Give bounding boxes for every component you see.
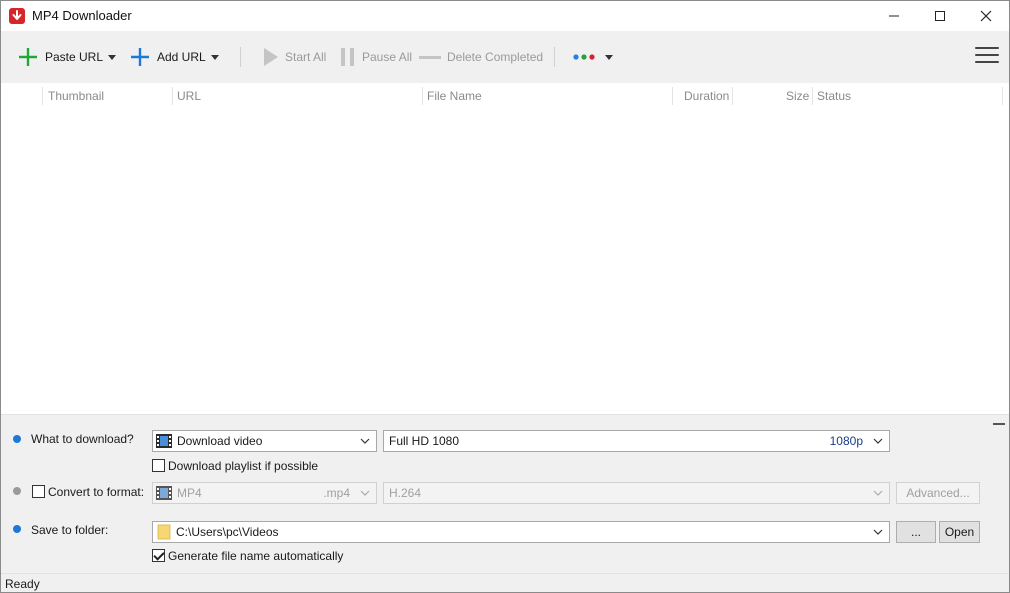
- quality-select[interactable]: Full HD 1080 1080p: [383, 430, 890, 452]
- status-dot: [13, 487, 21, 495]
- paste-url-dropdown-arrow[interactable]: [108, 55, 116, 60]
- format-extension: .mp4: [323, 486, 350, 500]
- plus-icon: [19, 48, 37, 66]
- collapse-panel-button[interactable]: [993, 423, 1005, 425]
- quality-tag: 1080p: [829, 434, 863, 448]
- status-text: Ready: [5, 577, 40, 591]
- minimize-button[interactable]: [871, 1, 917, 31]
- download-type-value: Download video: [177, 434, 263, 448]
- title-bar: MP4 Downloader: [1, 1, 1009, 31]
- plus-icon: [131, 48, 149, 66]
- column-separator: [732, 87, 733, 105]
- options-panel: What to download? Download video Full HD…: [1, 414, 1009, 573]
- column-url[interactable]: URL: [177, 89, 201, 103]
- chevron-down-icon: [873, 438, 883, 444]
- play-icon: [264, 48, 278, 66]
- table-header: Thumbnail URL File Name Duration Size St…: [1, 83, 1009, 109]
- column-separator: [1002, 87, 1003, 105]
- close-button[interactable]: [963, 1, 1009, 31]
- download-playlist-label[interactable]: Download playlist if possible: [168, 459, 318, 473]
- column-separator: [812, 87, 813, 105]
- save-folder-label: Save to folder:: [31, 523, 109, 537]
- auto-filename-label[interactable]: Generate file name automatically: [168, 549, 343, 563]
- delete-completed-label: Delete Completed: [447, 50, 544, 64]
- paste-url-button[interactable]: Paste URL: [17, 43, 103, 71]
- auto-filename-checkbox[interactable]: [152, 549, 165, 562]
- status-dot: [13, 525, 21, 533]
- column-separator: [172, 87, 173, 105]
- maximize-button[interactable]: [917, 1, 963, 31]
- minimize-icon: [889, 15, 899, 17]
- format-select[interactable]: MP4 .mp4: [152, 482, 377, 504]
- film-icon: [156, 486, 172, 500]
- delete-completed-button[interactable]: Delete Completed: [419, 43, 543, 71]
- column-separator: [672, 87, 673, 105]
- chevron-down-icon: [873, 529, 883, 535]
- quality-value: Full HD 1080: [389, 434, 460, 448]
- format-value: MP4: [177, 486, 202, 500]
- downloads-table: Thumbnail URL File Name Duration Size St…: [1, 83, 1009, 414]
- toolbar-separator: [240, 47, 241, 67]
- convert-format-label[interactable]: Convert to format:: [48, 485, 144, 499]
- hamburger-menu-icon[interactable]: [975, 47, 999, 67]
- color-dots-icon: [573, 54, 595, 60]
- theme-dropdown-arrow[interactable]: [605, 55, 613, 60]
- status-bar: Ready: [1, 573, 1009, 592]
- theme-button[interactable]: [573, 43, 601, 71]
- codec-value: H.264: [389, 486, 422, 500]
- download-type-select[interactable]: Download video: [152, 430, 377, 452]
- column-file-name[interactable]: File Name: [427, 89, 482, 103]
- column-size[interactable]: Size: [786, 89, 809, 103]
- column-duration[interactable]: Duration: [684, 89, 729, 103]
- main-window: MP4 Downloader Paste URL Add URL Start A…: [0, 0, 1010, 593]
- add-url-button[interactable]: Add URL: [129, 43, 206, 71]
- convert-format-checkbox[interactable]: [32, 485, 45, 498]
- download-playlist-checkbox[interactable]: [152, 459, 165, 472]
- save-folder-value: C:\Users\pc\Videos: [176, 525, 279, 539]
- pause-icon: [341, 48, 354, 66]
- open-folder-button[interactable]: Open: [939, 521, 980, 543]
- close-icon: [980, 10, 992, 22]
- column-thumbnail[interactable]: Thumbnail: [48, 89, 104, 103]
- toolbar: Paste URL Add URL Start All Pause All De…: [1, 31, 1009, 83]
- maximize-icon: [935, 11, 945, 21]
- column-separator: [422, 87, 423, 105]
- film-icon: [156, 434, 172, 448]
- toolbar-separator: [554, 47, 555, 67]
- column-separator: [42, 87, 43, 105]
- chevron-down-icon: [873, 490, 883, 496]
- download-arrow-icon: [9, 8, 25, 24]
- add-url-label: Add URL: [157, 50, 206, 64]
- status-dot: [13, 435, 21, 443]
- start-all-button[interactable]: Start All: [263, 43, 326, 71]
- pause-all-button[interactable]: Pause All: [340, 43, 412, 71]
- chevron-down-icon: [360, 490, 370, 496]
- add-url-dropdown-arrow[interactable]: [211, 55, 219, 60]
- codec-select[interactable]: H.264: [383, 482, 890, 504]
- browse-folder-button[interactable]: ...: [896, 521, 936, 543]
- advanced-button[interactable]: Advanced...: [896, 482, 980, 504]
- what-to-download-label: What to download?: [31, 432, 134, 446]
- paste-url-label: Paste URL: [45, 50, 104, 64]
- start-all-label: Start All: [285, 50, 327, 64]
- minus-icon: [419, 56, 441, 59]
- folder-icon: [157, 524, 171, 540]
- chevron-down-icon: [360, 438, 370, 444]
- column-status[interactable]: Status: [817, 89, 851, 103]
- window-title: MP4 Downloader: [32, 8, 132, 23]
- save-folder-input[interactable]: C:\Users\pc\Videos: [152, 521, 890, 543]
- pause-all-label: Pause All: [362, 50, 413, 64]
